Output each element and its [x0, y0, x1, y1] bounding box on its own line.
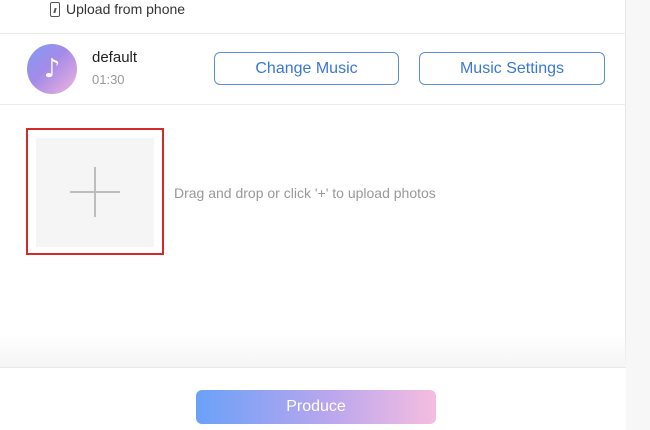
music-row: ♪ default 01:30 Change Music Music Setti…	[0, 34, 626, 104]
change-music-button[interactable]: Change Music	[214, 52, 399, 85]
photo-drop-zone[interactable]: Drag and drop or click '+' to upload pho…	[0, 105, 626, 367]
editor-panel: Upload from phone ♪ default 01:30 Change…	[0, 0, 626, 430]
app-window: Upload from phone ♪ default 01:30 Change…	[0, 0, 650, 430]
scroll-gutter	[626, 0, 650, 430]
phone-icon	[50, 1, 60, 17]
add-photo-button[interactable]	[36, 138, 154, 247]
upload-hint: Drag and drop or click '+' to upload pho…	[174, 185, 436, 201]
footer: Produce	[0, 368, 626, 430]
track-name: default	[92, 49, 138, 66]
footer-shadow	[0, 335, 626, 367]
upload-from-phone-label: Upload from phone	[66, 1, 186, 17]
music-note-icon: ♪	[43, 54, 61, 84]
upload-highlight-frame	[26, 128, 164, 255]
music-settings-button[interactable]: Music Settings	[419, 52, 605, 85]
music-avatar: ♪	[27, 44, 77, 94]
produce-button[interactable]: Produce	[196, 390, 436, 424]
upload-from-phone-link[interactable]: Upload from phone	[50, 0, 185, 18]
track-duration: 01:30	[92, 72, 125, 87]
plus-icon-vertical	[94, 167, 96, 217]
